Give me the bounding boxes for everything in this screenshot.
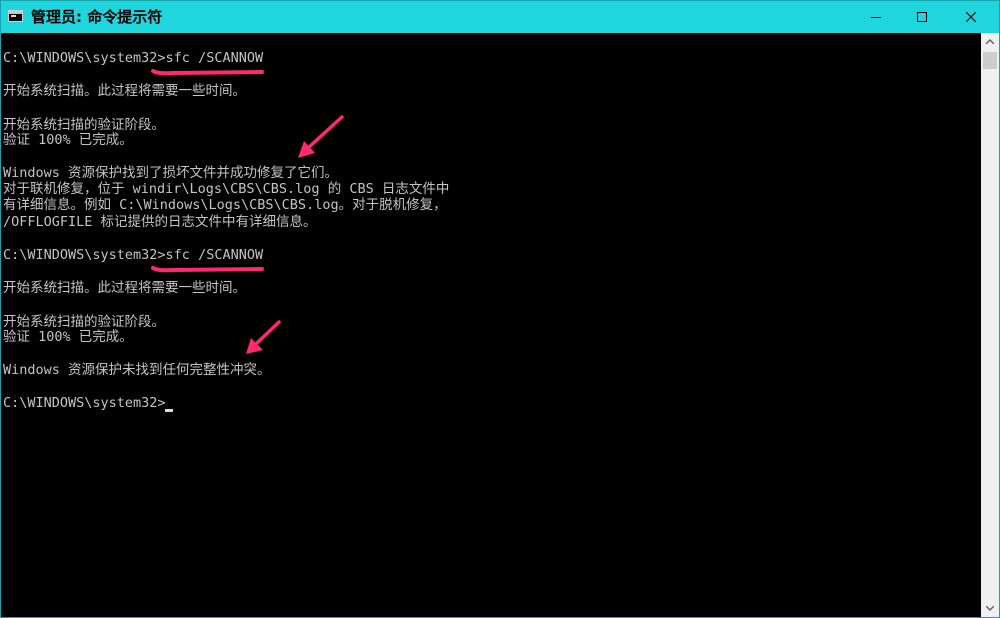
title-bar[interactable]: 管理员: 命令提示符	[1, 1, 999, 33]
vertical-scrollbar[interactable]	[981, 33, 999, 617]
minimize-icon	[871, 17, 881, 18]
text-cursor	[165, 409, 173, 412]
scroll-up-arrow-icon	[986, 39, 994, 44]
console-line: 有详细信息。例如 C:\Windows\Logs\CBS\CBS.log。对于脱…	[3, 197, 447, 213]
console-line-prompt: C:\WINDOWS\system32>	[3, 395, 166, 411]
scroll-thumb[interactable]	[983, 52, 997, 69]
scroll-down-arrow-icon	[986, 606, 994, 611]
console-line: 开始系统扫描的验证阶段。	[3, 117, 165, 133]
maximize-button[interactable]	[899, 1, 945, 33]
console-line-prompt: C:\WINDOWS\system32>sfc /SCANNOW	[3, 247, 264, 263]
minimize-button[interactable]	[853, 1, 899, 33]
cmd-window: 管理员: 命令提示符 C:\WINDOWS\system32>sfc /SCAN…	[0, 0, 1000, 618]
console-line-prompt: C:\WINDOWS\system32>sfc /SCANNOW	[3, 50, 264, 66]
console-line: 开始系统扫描的验证阶段。	[3, 314, 165, 330]
window-title: 管理员: 命令提示符	[31, 8, 163, 26]
maximize-icon	[917, 12, 927, 22]
close-icon	[966, 12, 976, 22]
console-line: 开始系统扫描。此过程将需要一些时间。	[3, 83, 246, 99]
console-line: /OFFLOGFILE 标记提供的日志文件中有详细信息。	[3, 214, 317, 230]
close-button[interactable]	[945, 1, 999, 33]
console-line: 对于联机修复，位于 windir\Logs\CBS\CBS.log 的 CBS …	[3, 181, 450, 197]
scroll-down-button[interactable]	[981, 600, 999, 617]
console-line: 开始系统扫描。此过程将需要一些时间。	[3, 280, 246, 296]
console-line: Windows 资源保护找到了损坏文件并成功修复了它们。	[3, 165, 339, 181]
cmd-console-icon[interactable]	[8, 10, 23, 22]
console-line: Windows 资源保护未找到任何完整性冲突。	[3, 362, 271, 378]
console-line: 验证 100% 已完成。	[3, 329, 133, 345]
console-line: 验证 100% 已完成。	[3, 132, 133, 148]
console-output[interactable]: C:\WINDOWS\system32>sfc /SCANNOW 开始系统扫描。…	[1, 33, 981, 617]
scroll-up-button[interactable]	[981, 33, 999, 50]
